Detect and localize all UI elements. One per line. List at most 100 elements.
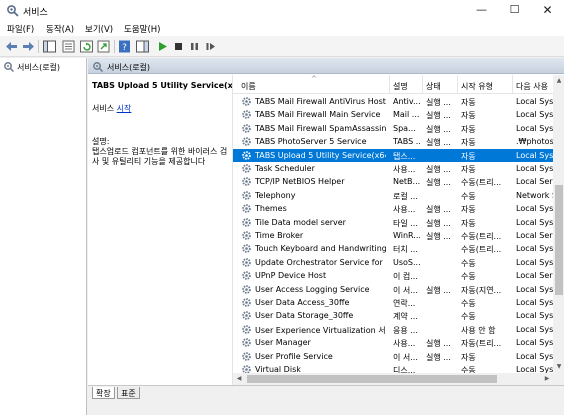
table-row[interactable]: TABS Mail Firewall Main Service Mail ... 실… — [233, 108, 553, 121]
service-description: 탭스업로드 컴포넌트를 위한 바이러스 검사 및 유틸리티 기능을 제공합니다 — [92, 147, 228, 166]
service-logon-cell: Local Syst — [516, 351, 553, 361]
service-logon-cell: Local Syst — [516, 217, 553, 227]
table-row[interactable]: Touch Keyboard and Handwriting... 터치 ... 수… — [233, 242, 553, 255]
service-logon-cell: .₩photos — [516, 137, 553, 147]
properties-icon[interactable] — [61, 39, 76, 54]
column-header-logon-as[interactable]: 다음 사용 — [516, 81, 548, 92]
service-startup-type-cell: 수동 — [461, 191, 476, 201]
scroll-right-arrow-icon[interactable]: ▶ — [541, 373, 553, 385]
forward-arrow-icon[interactable] — [21, 39, 36, 54]
show-tree-icon[interactable] — [42, 39, 57, 54]
service-description-cell: Spa... — [393, 123, 416, 133]
service-gear-icon — [242, 324, 251, 334]
toolbar-separator — [38, 40, 39, 53]
table-row[interactable]: Themes 사용... 실행 ... 자동 Local Syst — [233, 202, 553, 215]
column-header-name[interactable]: 이름 — [241, 81, 256, 92]
table-row[interactable]: Telephony 로컬 ... 수동 Network S — [233, 189, 553, 202]
table-row[interactable]: Update Orchestrator Service for ... UsoS.… — [233, 256, 553, 269]
column-divider[interactable] — [422, 75, 423, 94]
toolbar-separator — [114, 40, 115, 53]
tab-standard[interactable]: 표준 — [117, 387, 140, 399]
help-icon[interactable]: ? — [117, 39, 132, 54]
service-gear-icon — [242, 164, 251, 173]
column-divider[interactable] — [512, 75, 513, 94]
selected-service-name: TABS Upload 5 Utility Service(x64) — [92, 81, 248, 90]
service-description-cell: Mail ... — [393, 110, 420, 120]
table-row[interactable]: User Manager 사용... 실행 ... 자동(트리... Local Sys… — [233, 336, 553, 349]
table-row[interactable]: User Access Logging Service 이 서... 실행 ... 자… — [233, 283, 553, 296]
toolbar: ? — [0, 36, 564, 57]
service-logon-cell: Local Syst — [516, 97, 553, 106]
column-divider[interactable] — [389, 75, 390, 94]
pane-header-title: 서비스(로컬) — [107, 63, 151, 72]
table-row[interactable]: UPnP Device Host 이 컴... 수동 Local Serv — [233, 269, 553, 282]
table-row[interactable]: TABS Upload 5 Utility Service(x64) 탭스... 자… — [233, 148, 553, 162]
horizontal-scrollbar[interactable]: ◀ ▶ — [233, 373, 553, 385]
tree-item-label: 서비스(로컬) — [17, 63, 61, 72]
service-name-cell: TABS Mail Firewall AntiVirus Host... — [255, 97, 386, 106]
column-header-row: ^ 이름 설명 상태 시작 유형 다음 사용 — [233, 75, 553, 94]
column-header-status[interactable]: 상태 — [426, 81, 441, 92]
service-gear-icon — [242, 177, 251, 187]
table-row[interactable]: TCP/IP NetBIOS Helper NetB... 실행 ... 수동(트리.… — [233, 175, 553, 188]
refresh-icon[interactable] — [79, 39, 94, 54]
svg-text:?: ? — [122, 43, 127, 53]
scroll-up-arrow-icon[interactable]: ▲ — [553, 75, 564, 87]
services-gear-icon — [4, 62, 14, 72]
vertical-scrollbar[interactable]: ▲ ▼ — [553, 75, 564, 385]
menu-view[interactable]: 보기(V) — [85, 23, 113, 35]
service-logon-cell: Local Syst — [516, 338, 553, 348]
service-gear-icon — [242, 338, 251, 347]
table-row[interactable]: User Profile Service 이 서... 실행 ... 자동 Local … — [233, 350, 553, 363]
service-startup-type-cell: 수동(트리... — [461, 178, 502, 188]
start-service-line: 서비스 시작 — [92, 103, 131, 114]
table-row[interactable]: User Data Storage_30ffe 계약 ... 수동 Local Sys… — [233, 309, 553, 322]
service-status-cell: 실행 ... — [426, 178, 451, 188]
service-status-cell: 실행 ... — [426, 205, 451, 215]
tab-extended[interactable]: 확장 — [92, 387, 115, 399]
table-row[interactable]: User Experience Virtualization 서... 응용 ..… — [233, 323, 553, 336]
scroll-left-arrow-icon[interactable]: ◀ — [233, 373, 245, 385]
column-divider[interactable] — [457, 75, 458, 94]
pause-service-icon[interactable] — [187, 39, 202, 54]
table-row[interactable]: Task Scheduler 사용... 실행 ... 자동 Local Syst — [233, 162, 553, 175]
back-arrow-icon[interactable] — [4, 39, 19, 54]
table-row[interactable]: TABS PhotoServer 5 Service TABS ... 실행 ...… — [233, 135, 553, 148]
menu-action[interactable]: 동작(A) — [46, 23, 74, 35]
minimize-button[interactable]: — — [465, 0, 498, 21]
column-header-description[interactable]: 설명 — [393, 81, 408, 92]
service-startup-type-cell: 자동 — [461, 138, 476, 148]
start-service-icon[interactable] — [155, 39, 170, 54]
service-startup-type-cell: 수동(트리... — [461, 232, 502, 241]
service-gear-icon — [242, 97, 251, 106]
scroll-down-arrow-icon[interactable]: ▼ — [553, 361, 564, 373]
table-row[interactable]: Tile Data model server 타일 ... 실행 ... 자동 Loca… — [233, 216, 553, 229]
maximize-button[interactable]: ☐ — [498, 0, 531, 21]
service-startup-type-cell: 수동 — [461, 258, 476, 268]
service-gear-icon — [242, 150, 251, 160]
table-row[interactable]: Time Broker WinR... 실행 ... 수동(트리... Local Se… — [233, 229, 553, 242]
table-row[interactable]: TABS Mail Firewall SpamAssassin... Spa...… — [233, 122, 553, 135]
column-header-startup-type[interactable]: 시작 유형 — [461, 81, 493, 92]
menu-file[interactable]: 파일(F) — [7, 23, 34, 35]
service-logon-cell: Network S — [516, 190, 553, 200]
vertical-scroll-thumb[interactable] — [555, 185, 563, 295]
service-description-cell: 이 서... — [393, 352, 418, 362]
menu-help[interactable]: 도움말(H) — [124, 23, 160, 35]
export-list-icon[interactable] — [96, 39, 111, 54]
title-bar: 서비스 — ☐ ✕ — [0, 0, 564, 21]
service-startup-type-cell: 사용 안 함 — [461, 325, 496, 335]
table-row[interactable]: User Data Access_30ffe 연락... 수동 Local Syst — [233, 296, 553, 309]
start-service-link[interactable]: 시작 — [117, 104, 132, 113]
service-startup-type-cell: 수동(트리... — [461, 245, 502, 255]
show-action-pane-icon[interactable] — [135, 39, 150, 54]
close-button[interactable]: ✕ — [531, 0, 564, 21]
service-gear-icon — [242, 231, 251, 240]
service-name-cell: Update Orchestrator Service for ... — [255, 257, 386, 267]
table-row[interactable]: TABS Mail Firewall AntiVirus Host... Anti… — [233, 95, 553, 108]
service-logon-cell: Local Syst — [516, 164, 553, 173]
horizontal-scroll-thumb[interactable] — [247, 375, 497, 383]
main-pane: 서비스(로컬) TABS Upload 5 Utility Service(x6… — [88, 58, 564, 415]
stop-service-icon[interactable] — [171, 39, 186, 54]
restart-service-icon[interactable] — [203, 39, 218, 54]
